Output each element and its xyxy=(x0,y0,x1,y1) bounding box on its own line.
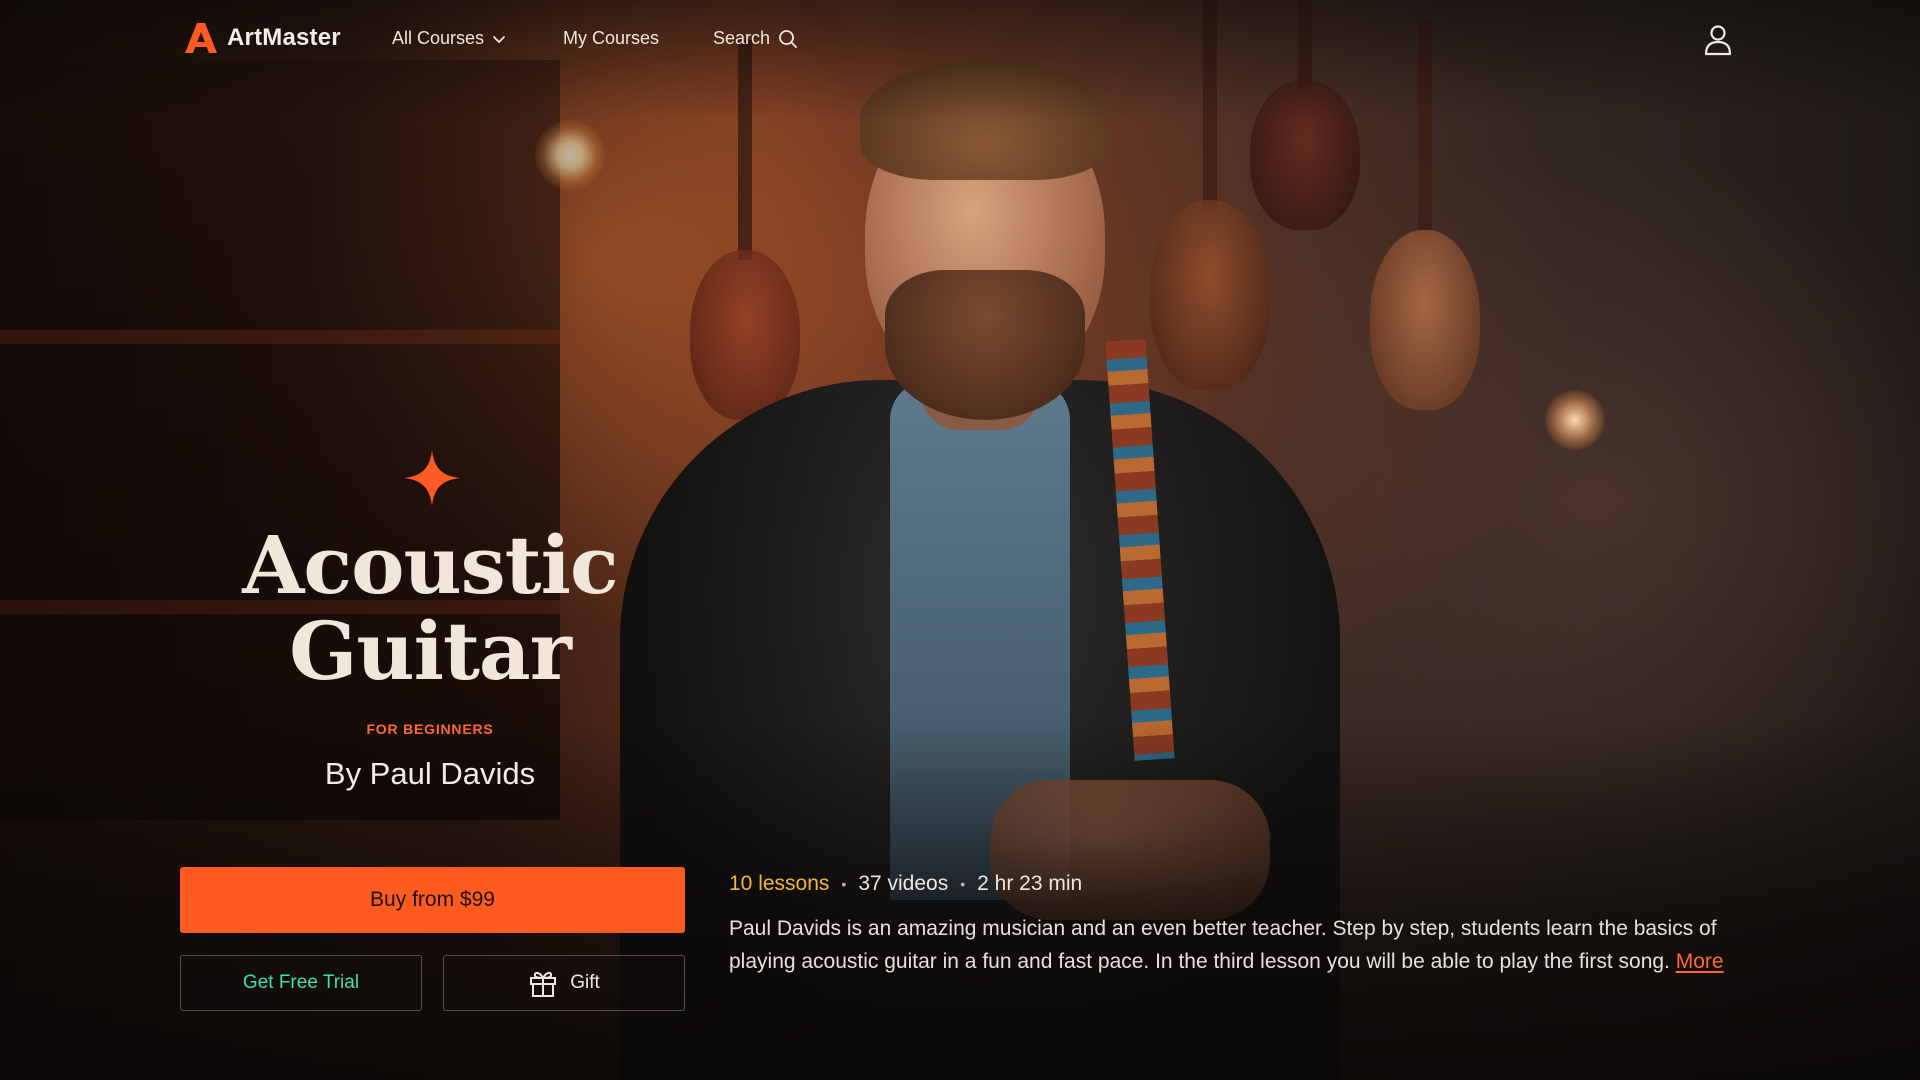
sparkle-icon xyxy=(404,450,460,506)
nav-all-courses-label: All Courses xyxy=(392,28,485,48)
course-meta: 10 lessons • 37 videos • 2 hr 23 min xyxy=(729,872,1082,896)
gift-icon xyxy=(530,971,557,997)
nav-search[interactable]: Search xyxy=(713,28,798,49)
user-icon[interactable] xyxy=(1700,22,1736,58)
course-title-line-2: Guitar xyxy=(289,604,572,698)
videos-count: 37 videos xyxy=(858,872,949,895)
course-duration: 2 hr 23 min xyxy=(977,872,1083,895)
lessons-count: 10 lessons xyxy=(729,872,830,895)
top-navigation: ArtMaster All Courses My Courses Search xyxy=(0,0,1920,84)
buy-button[interactable]: Buy from $99 xyxy=(180,867,685,933)
gift-button[interactable]: Gift xyxy=(443,955,685,1011)
search-icon xyxy=(779,29,797,48)
nav-my-courses[interactable]: My Courses xyxy=(563,28,659,49)
nav-search-label: Search xyxy=(713,28,771,48)
course-description-text: Paul Davids is an amazing musician and a… xyxy=(729,917,1717,973)
free-trial-label: Get Free Trial xyxy=(242,972,360,993)
more-link[interactable]: More xyxy=(1676,950,1724,973)
gift-label: Gift xyxy=(570,972,600,993)
nav-my-courses-label: My Courses xyxy=(563,28,660,48)
meta-separator: • xyxy=(960,876,966,892)
nav-all-courses[interactable]: All Courses xyxy=(392,28,506,49)
course-title: Acoustic Guitar xyxy=(230,522,630,694)
chevron-down-icon xyxy=(493,35,505,43)
brand-logo[interactable]: ArtMaster xyxy=(183,20,341,56)
meta-separator: • xyxy=(841,876,847,892)
course-description: Paul Davids is an amazing musician and a… xyxy=(729,912,1749,978)
course-level: FOR BEGINNERS xyxy=(366,721,494,737)
free-trial-button[interactable]: Get Free Trial xyxy=(180,955,422,1011)
course-author: By Paul Davids xyxy=(324,756,536,791)
course-title-line-1: Acoustic xyxy=(242,518,618,612)
brand-name: ArtMaster xyxy=(227,24,341,51)
artmaster-logo-icon xyxy=(185,23,217,53)
